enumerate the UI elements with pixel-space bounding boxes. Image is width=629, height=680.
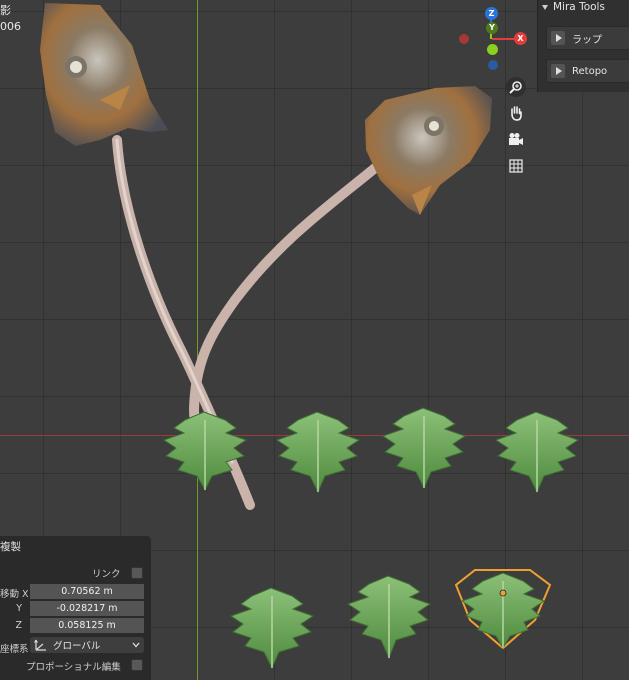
move-x-label: 移動 X [0,589,29,600]
object-name-label: 影 [0,4,11,17]
move-y-field[interactable]: -0.028217 m [30,601,144,616]
move-x-field[interactable]: 0.70562 m [30,584,144,599]
fish-head-left[interactable] [40,3,168,146]
camera-view-button[interactable] [506,129,526,149]
move-z-field[interactable]: 0.058125 m [30,618,144,633]
redo-panel-title[interactable]: 複製 [0,539,21,554]
grid-icon [509,159,523,173]
object-origin-dot [499,589,507,597]
orientation-label: 座標系 [0,644,29,655]
retopo-button[interactable]: Retopo [546,59,629,83]
gizmo-neg-y-axis[interactable] [487,44,498,55]
zoom-button[interactable] [506,77,526,97]
wrap-button-label: ラップ [572,34,602,46]
gizmo-x-axis[interactable]: X [514,32,527,45]
mira-tools-panel: Mira Tools ラップ Retopo [537,0,629,92]
gizmo-neg-x-axis[interactable] [459,34,469,44]
play-icon [551,64,565,78]
proportional-editing-label: プロポーショナル編集 [26,662,121,673]
mira-tools-title: Mira Tools [553,1,605,13]
leaf-object-2[interactable] [275,411,361,494]
frame-label: 006 [0,20,21,33]
leaf-object-5[interactable] [229,587,315,670]
collapse-arrow-icon [542,4,548,10]
pan-button[interactable] [506,103,526,123]
gizmo-z-axis[interactable]: Z [485,7,498,20]
leaf-object-3[interactable] [381,407,467,490]
proportional-editing-checkbox[interactable] [131,659,143,671]
orientation-value: グローバル [53,641,101,652]
link-label: リンク [92,569,121,580]
transform-orientation-icon [34,639,46,651]
zoom-icon [509,81,522,94]
mira-tools-header[interactable]: Mira Tools [542,0,605,14]
wrap-button[interactable]: ラップ [546,26,629,50]
link-checkbox[interactable] [131,567,143,579]
leaf-object-6[interactable] [346,575,432,660]
orientation-select[interactable]: グローバル [30,637,144,653]
gizmo-y-axis[interactable]: Y [486,22,498,34]
play-icon [551,31,565,45]
gizmo-neg-z-axis[interactable] [488,60,498,70]
camera-icon [509,133,523,145]
stem-right[interactable] [188,163,380,457]
chevron-down-icon [132,640,140,651]
leaf-object-4[interactable] [494,411,580,494]
move-z-label: Z [15,620,22,631]
fish-head-right[interactable] [365,86,492,215]
move-y-label: Y [16,603,22,614]
leaf-object-selected[interactable] [454,569,552,650]
retopo-button-label: Retopo [572,65,608,77]
hand-icon [511,106,522,121]
perspective-toggle-button[interactable] [506,156,526,176]
